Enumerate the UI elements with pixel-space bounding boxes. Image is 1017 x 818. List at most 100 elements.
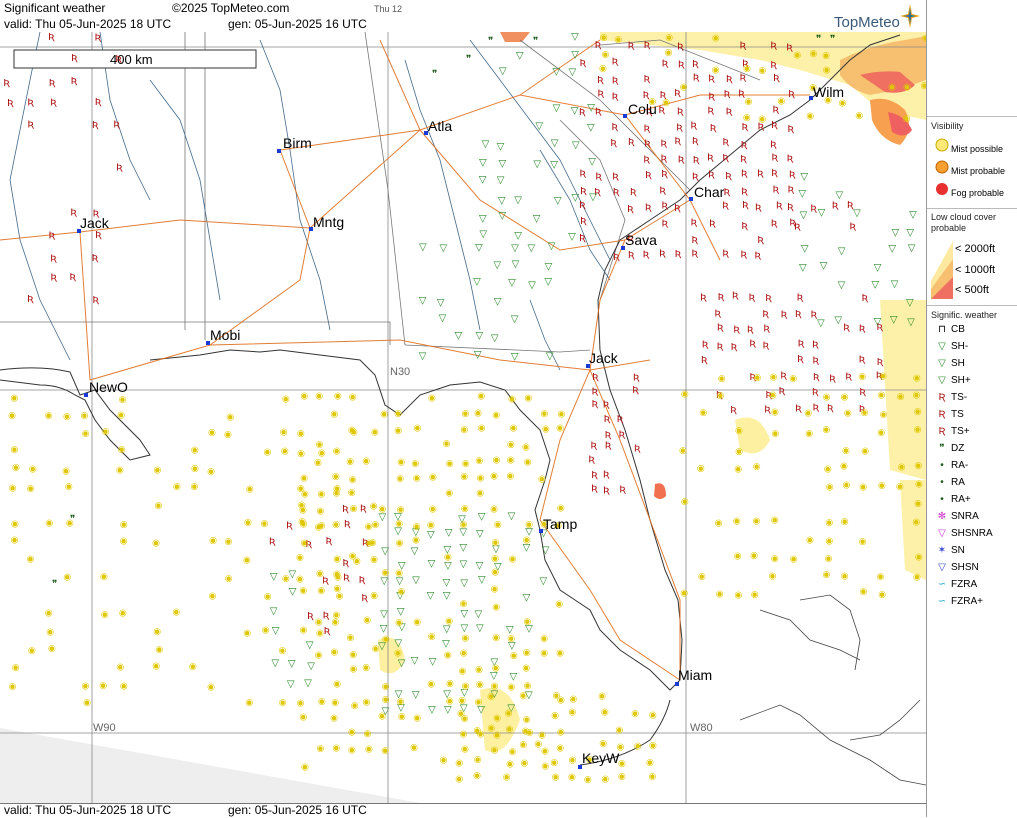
mist-icon: ◉: [841, 517, 849, 527]
thunderstorm-icon: Ʀ: [843, 322, 850, 333]
thunderstorm-icon: Ʀ: [859, 324, 866, 335]
freezing-rain-icon: ∽: [937, 579, 947, 590]
mist-icon: ◉: [331, 698, 339, 708]
mist-icon: ◉: [394, 409, 402, 419]
mist-icon: ◉: [63, 412, 71, 422]
shower-icon: ▽: [800, 210, 808, 221]
shower-icon: ▽: [571, 49, 579, 60]
mist-icon: ◉: [733, 517, 741, 527]
mist-icon: ◉: [446, 696, 454, 706]
mist-icon: ◉: [378, 504, 386, 514]
mist-icon: ◉: [734, 465, 742, 475]
mist-icon: ◉: [333, 584, 341, 594]
mist-icon: ◉: [317, 586, 325, 596]
mist-icon: ◉: [551, 711, 559, 721]
thunderstorm-icon: Ʀ: [722, 153, 729, 164]
mist-icon: ◉: [414, 423, 422, 433]
shower-icon: ▽: [888, 244, 896, 255]
header-bar: Significant weather ©2025 TopMeteo.com T…: [0, 0, 926, 32]
city-colu: Colu: [623, 101, 657, 118]
mist-icon: ◉: [8, 411, 16, 421]
mist-icon: ◉: [492, 664, 500, 674]
shower-icon: ▽: [397, 606, 405, 617]
thunderstorm-icon: Ʀ: [678, 60, 685, 71]
drizzle-icon: ❞: [830, 34, 835, 45]
mist-icon: ◉: [279, 698, 287, 708]
thunderstorm-icon: Ʀ: [788, 89, 795, 100]
mist-icon: ◉: [804, 409, 812, 419]
thunderstorm-icon: Ʀ: [690, 121, 697, 132]
mist-icon: ◉: [346, 457, 354, 467]
thunderstorm-icon: Ʀ: [612, 92, 619, 103]
mist-icon: ◉: [805, 429, 813, 439]
shower-icon: ▽: [479, 175, 487, 186]
mist-icon: ◉: [878, 390, 886, 400]
shower-icon: ▽: [445, 528, 453, 539]
mist-icon: ◉: [410, 743, 418, 753]
shower-icon: ▽: [906, 297, 914, 308]
shower-icon: ▽: [439, 313, 447, 324]
shower-icon: ▽: [411, 546, 419, 557]
mist-icon: ◉: [117, 410, 125, 420]
thunderstorm-icon: Ʀ: [770, 41, 777, 52]
weather-map[interactable]: W90 W80 N30 400 km Ʀ Ʀ Ʀ Ʀ Ʀ Ʀ Ʀ Ʀ Ʀ Ʀ Ʀ…: [0, 32, 926, 803]
mist-probable-icon: [933, 160, 951, 177]
mist-icon: ◉: [63, 573, 71, 583]
thunderstorm-icon: Ʀ: [778, 386, 785, 397]
thunderstorm-icon: Ʀ: [731, 342, 738, 353]
mist-icon: ◉: [381, 568, 389, 578]
shower-icon: ▽: [589, 192, 597, 203]
thunderstorm-icon: Ʀ: [359, 575, 366, 586]
shower-icon: ▽: [798, 188, 806, 199]
thunderstorm-icon: Ʀ: [27, 120, 34, 131]
triangle-down-icon: ▽: [938, 375, 946, 386]
mist-icon: ◉: [173, 482, 181, 492]
mist-icon: ◉: [315, 651, 323, 661]
thunderstorm-icon: Ʀ: [722, 137, 729, 148]
mist-icon: ◉: [476, 488, 484, 498]
shower-icon: ▽: [508, 277, 516, 288]
mist-icon: ◉: [758, 114, 766, 124]
mist-icon: ◉: [523, 617, 531, 627]
thunderstorm-icon: Ʀ: [92, 120, 99, 131]
mist-icon: ◉: [48, 644, 56, 654]
thunderstorm-icon: Ʀ: [747, 324, 754, 335]
mist-icon: ◉: [877, 572, 885, 582]
mist-icon: ◉: [397, 697, 405, 707]
shower-icon: ▽: [498, 211, 506, 222]
mist-icon: ◉: [226, 412, 234, 422]
compass-star-icon: [900, 4, 920, 28]
shower-icon: ▽: [427, 591, 435, 602]
mist-icon: ◉: [9, 483, 17, 493]
mist-icon: ◉: [507, 440, 515, 450]
mist-icon: ◉: [350, 504, 358, 514]
shower-icon: ▽: [511, 352, 519, 363]
thunderstorm-icon: Ʀ: [632, 385, 639, 396]
legend-sigwx-ra-minusplus: • RA+: [933, 494, 971, 508]
shower-icon: ▽: [429, 656, 437, 667]
mist-icon: ◉: [841, 393, 849, 403]
shower-icon: ▽: [380, 609, 388, 620]
mist-icon: ◉: [880, 410, 888, 420]
legend-sigwx-fzra: ∽ FZRA: [933, 579, 977, 593]
shower-icon: ▽: [871, 279, 879, 290]
mist-icon: ◉: [119, 609, 127, 619]
mist-icon: ◉: [771, 429, 779, 439]
mist-icon: ◉: [534, 739, 542, 749]
mist-icon: ◉: [914, 461, 922, 471]
mist-icon: ◉: [428, 394, 436, 404]
mist-icon: ◉: [771, 554, 779, 564]
mist-icon: ◉: [769, 390, 777, 400]
mist-icon: ◉: [771, 516, 779, 526]
thunderstorm-icon: Ʀ: [762, 309, 769, 320]
mist-icon: ◉: [681, 390, 689, 400]
thunderstorm-icon: Ʀ: [812, 340, 819, 351]
mist-icon: ◉: [525, 520, 533, 530]
mist-icon: ◉: [599, 739, 607, 749]
mist-icon: ◉: [348, 488, 356, 498]
shower-icon: ▽: [587, 102, 595, 113]
mist-icon: ◉: [753, 462, 761, 472]
thunderstorm-icon: Ʀ: [591, 483, 598, 494]
mist-icon: ◉: [315, 523, 323, 533]
mist-icon: ◉: [27, 555, 35, 565]
